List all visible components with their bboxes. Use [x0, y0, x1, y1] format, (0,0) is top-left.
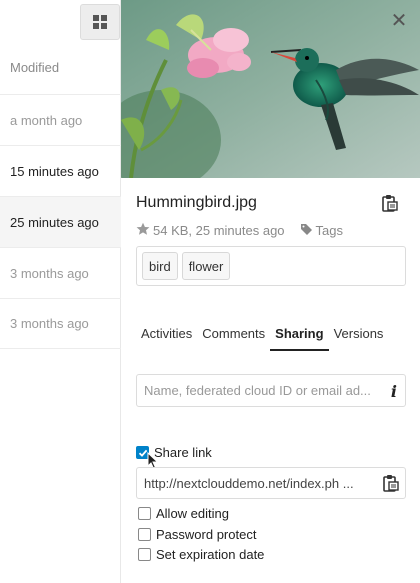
info-icon[interactable]: i — [391, 382, 397, 401]
allow-editing-checkbox[interactable] — [138, 507, 151, 520]
sidebar-tabs: Activities Comments Sharing Versions — [136, 322, 388, 351]
tag-chip[interactable]: flower — [181, 252, 231, 280]
allow-editing-label: Allow editing — [156, 506, 229, 521]
tag-icon[interactable] — [300, 223, 313, 239]
file-meta: 54 KB, 25 minutes ago Tags — [136, 222, 343, 239]
file-row[interactable]: a month ago — [0, 94, 121, 145]
modified-cell: 15 minutes ago — [10, 163, 99, 179]
details-sidebar: ✕ Hummingbird.jpg 54 KB, 25 minutes ago … — [121, 0, 420, 583]
file-row-selected[interactable]: 25 minutes ago — [0, 196, 121, 247]
modified-cell: 3 months ago — [10, 265, 89, 281]
clipboard-icon[interactable] — [382, 194, 398, 217]
tags-label[interactable]: Tags — [316, 223, 343, 238]
share-link-label: Share link — [154, 445, 212, 460]
file-row[interactable]: 3 months ago — [0, 247, 121, 298]
checkmark-icon — [138, 449, 147, 457]
password-protect-label: Password protect — [156, 527, 257, 542]
expiration-date-label: Set expiration date — [156, 547, 265, 562]
expiration-date-checkbox[interactable] — [138, 548, 151, 561]
share-link-url-field[interactable]: http://nextclouddemo.net/index.ph ... — [136, 467, 406, 499]
share-with-input[interactable]: Name, federated cloud ID or email ad... … — [136, 374, 406, 407]
allow-editing-option[interactable]: Allow editing — [138, 506, 229, 521]
tab-versions[interactable]: Versions — [329, 322, 389, 351]
file-list-panel: Modified a month ago 15 minutes ago 25 m… — [0, 0, 121, 583]
password-protect-checkbox[interactable] — [138, 528, 151, 541]
star-icon[interactable] — [136, 222, 150, 239]
file-row[interactable]: 15 minutes ago — [0, 145, 121, 196]
file-preview-image — [121, 0, 420, 178]
grid-icon — [93, 15, 107, 29]
copy-link-clipboard-icon[interactable] — [383, 474, 399, 495]
tags-input[interactable]: bird flower — [136, 246, 406, 286]
modified-cell: 3 months ago — [10, 316, 89, 331]
grid-view-button[interactable] — [80, 4, 120, 40]
file-row[interactable]: 3 months ago — [0, 298, 121, 349]
modified-column-header[interactable]: Modified — [10, 60, 59, 75]
tab-sharing[interactable]: Sharing — [270, 322, 329, 351]
modified-cell: a month ago — [10, 112, 83, 128]
file-size-date: 54 KB, 25 minutes ago — [153, 223, 285, 238]
password-protect-option[interactable]: Password protect — [138, 527, 256, 542]
modified-cell: 25 minutes ago — [10, 214, 99, 230]
tag-chip[interactable]: bird — [142, 252, 178, 280]
tab-comments[interactable]: Comments — [197, 322, 270, 351]
tab-activities[interactable]: Activities — [136, 322, 197, 351]
share-input-placeholder: Name, federated cloud ID or email ad... — [144, 383, 371, 398]
share-link-url: http://nextclouddemo.net/index.ph ... — [144, 475, 354, 491]
expiration-date-option[interactable]: Set expiration date — [138, 547, 264, 562]
close-icon[interactable]: ✕ — [388, 10, 410, 32]
file-name: Hummingbird.jpg — [136, 194, 257, 211]
